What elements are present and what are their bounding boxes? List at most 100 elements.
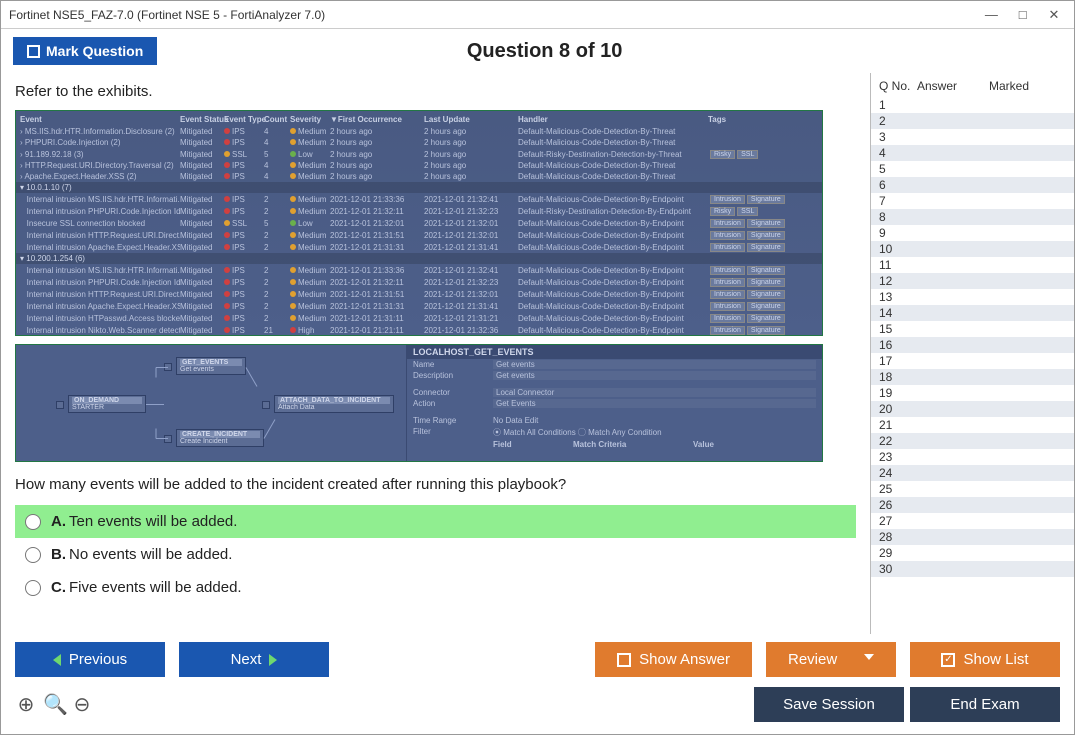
event-row: › 91.189.92.18 (3)MitigatedSSL5Low2 hour… [16, 148, 822, 160]
sidebar-row-27[interactable]: 27 [871, 513, 1074, 529]
next-button[interactable]: Next [179, 642, 329, 677]
sidebar-row-28[interactable]: 28 [871, 529, 1074, 545]
sidebar-row-18[interactable]: 18 [871, 369, 1074, 385]
answer-option-b[interactable]: B.No events will be added. [15, 538, 856, 571]
sidebar-row-26[interactable]: 26 [871, 497, 1074, 513]
review-button[interactable]: Review [766, 642, 896, 677]
save-session-button[interactable]: Save Session [754, 687, 904, 722]
checkbox-checked-icon: ✓ [941, 653, 955, 667]
sidebar-row-25[interactable]: 25 [871, 481, 1074, 497]
playbook-detail-panel: LOCALHOST_GET_EVENTS NameGet events Desc… [406, 345, 822, 461]
event-row: › Apache.Expect.Header.XSS (2)MitigatedI… [16, 171, 822, 182]
nav-button-row: Previous Next Show Answer Review ✓Show L… [1, 634, 1074, 685]
top-bar: Mark Question Question 8 of 10 [1, 29, 1074, 73]
node-create-incident: CREATE_INCIDENT Create Incident [176, 429, 264, 447]
zoom-row: ⊕ 🔍 ⊖ Save Session End Exam [1, 685, 1074, 732]
sidebar-row-15[interactable]: 15 [871, 321, 1074, 337]
window-titlebar: Fortinet NSE5_FAZ-7.0 (Fortinet NSE 5 - … [1, 1, 1074, 29]
checkbox-icon [617, 653, 631, 667]
chevron-down-icon [864, 654, 874, 666]
minimize-icon[interactable]: — [977, 7, 1005, 22]
sidebar-row-3[interactable]: 3 [871, 129, 1074, 145]
sidebar-row-30[interactable]: 30 [871, 561, 1074, 577]
answer-option-c[interactable]: C.Five events will be added. [15, 571, 856, 604]
group-header-2: ▾ 10.200.1.254 (6) [16, 253, 822, 264]
sidebar-row-6[interactable]: 6 [871, 177, 1074, 193]
event-row: Internal intrusion PHPURI.Code.Injection… [16, 205, 822, 217]
sidebar-header: Q No. Answer Marked [871, 73, 1074, 97]
event-row: Internal intrusion PHPURI.Code.Injection… [16, 276, 822, 288]
zoom-icon[interactable]: 🔍 [43, 692, 65, 717]
sidebar-row-20[interactable]: 20 [871, 401, 1074, 417]
sidebar-row-12[interactable]: 12 [871, 273, 1074, 289]
window-title: Fortinet NSE5_FAZ-7.0 (Fortinet NSE 5 - … [9, 8, 325, 22]
sidebar-row-29[interactable]: 29 [871, 545, 1074, 561]
event-row: Internal intrusion MS.IIS.hdr.HTR.Inform… [16, 264, 822, 276]
event-row: Insecure SSL connection blockedMitigated… [16, 217, 822, 229]
node-on-demand: ON_DEMAND STARTER [68, 395, 146, 413]
answer-option-a[interactable]: A.Ten events will be added. [15, 505, 856, 538]
sidebar-row-1[interactable]: 1 [871, 97, 1074, 113]
sidebar-row-23[interactable]: 23 [871, 449, 1074, 465]
sidebar-row-10[interactable]: 10 [871, 241, 1074, 257]
sidebar-row-8[interactable]: 8 [871, 209, 1074, 225]
event-row: Internal intrusion HTPasswd.Access block… [16, 312, 822, 324]
radio-a[interactable] [25, 514, 41, 530]
show-answer-button[interactable]: Show Answer [595, 642, 752, 677]
event-row: Internal intrusion HTTP.Request.URI.Dire… [16, 288, 822, 300]
sidebar-row-13[interactable]: 13 [871, 289, 1074, 305]
show-list-button[interactable]: ✓Show List [910, 642, 1060, 677]
event-row: Internal intrusion HTTP.Request.URI.Dire… [16, 229, 822, 241]
playbook-canvas: ON_DEMAND STARTER GET_EVENTS Get events … [16, 345, 406, 461]
exhibit-events-table: EventEvent StatusEvent TypeCountSeverity… [15, 110, 823, 336]
sidebar-body[interactable]: 1234567891011121314151617181920212223242… [871, 97, 1074, 634]
radio-b[interactable] [25, 547, 41, 563]
node-get-events: GET_EVENTS Get events [176, 357, 246, 375]
group-header-1: ▾ 10.0.1.10 (7) [16, 182, 822, 193]
sidebar-row-14[interactable]: 14 [871, 305, 1074, 321]
zoom-out-icon[interactable]: ⊖ [71, 692, 93, 717]
event-row: Internal intrusion Apache.Expect.Header.… [16, 241, 822, 253]
question-prompt: Refer to the exhibits. [15, 83, 856, 100]
col-marked: Marked [989, 79, 1029, 93]
question-text: How many events will be added to the inc… [15, 476, 856, 493]
event-row: Internal intrusion MS.IIS.hdr.HTR.Inform… [16, 193, 822, 205]
end-exam-button[interactable]: End Exam [910, 687, 1060, 722]
sidebar-row-21[interactable]: 21 [871, 417, 1074, 433]
maximize-icon[interactable]: □ [1009, 7, 1037, 22]
event-row: Internal intrusion Nikto.Web.Scanner det… [16, 324, 822, 336]
sidebar-row-9[interactable]: 9 [871, 225, 1074, 241]
event-row: Internal intrusion Apache.Expect.Header.… [16, 300, 822, 312]
sidebar-row-5[interactable]: 5 [871, 161, 1074, 177]
question-list-sidebar: Q No. Answer Marked 12345678910111213141… [870, 73, 1074, 634]
sidebar-row-11[interactable]: 11 [871, 257, 1074, 273]
previous-button[interactable]: Previous [15, 642, 165, 677]
port-icon [164, 435, 172, 443]
exhibit-playbook: ON_DEMAND STARTER GET_EVENTS Get events … [15, 344, 823, 462]
col-answer: Answer [917, 79, 989, 93]
question-counter: Question 8 of 10 [27, 40, 1062, 63]
sidebar-row-4[interactable]: 4 [871, 145, 1074, 161]
answer-list: A.Ten events will be added. B.No events … [15, 505, 856, 604]
col-qno: Q No. [879, 79, 917, 93]
window-controls: — □ ✕ [977, 7, 1068, 23]
question-content[interactable]: Refer to the exhibits. EventEvent Status… [1, 73, 870, 634]
sidebar-row-2[interactable]: 2 [871, 113, 1074, 129]
node-attach-data: ATTACH_DATA_TO_INCIDENT Attach Data [274, 395, 394, 413]
sidebar-row-17[interactable]: 17 [871, 353, 1074, 369]
event-row: › PHPURI.Code.Injection (2)MitigatedIPS4… [16, 137, 822, 148]
close-icon[interactable]: ✕ [1040, 7, 1068, 23]
port-icon [262, 401, 270, 409]
panel-title: LOCALHOST_GET_EVENTS [407, 345, 822, 359]
event-row: › MS.IIS.hdr.HTR.Information.Disclosure … [16, 126, 822, 137]
zoom-in-icon[interactable]: ⊕ [15, 692, 37, 717]
sidebar-row-16[interactable]: 16 [871, 337, 1074, 353]
sidebar-row-19[interactable]: 19 [871, 385, 1074, 401]
event-row: › HTTP.Request.URI.Directory.Traversal (… [16, 160, 822, 171]
sidebar-row-24[interactable]: 24 [871, 465, 1074, 481]
sidebar-row-22[interactable]: 22 [871, 433, 1074, 449]
radio-c[interactable] [25, 580, 41, 596]
chevron-right-icon [269, 654, 277, 666]
sidebar-row-7[interactable]: 7 [871, 193, 1074, 209]
starter-port-icon [56, 401, 64, 409]
